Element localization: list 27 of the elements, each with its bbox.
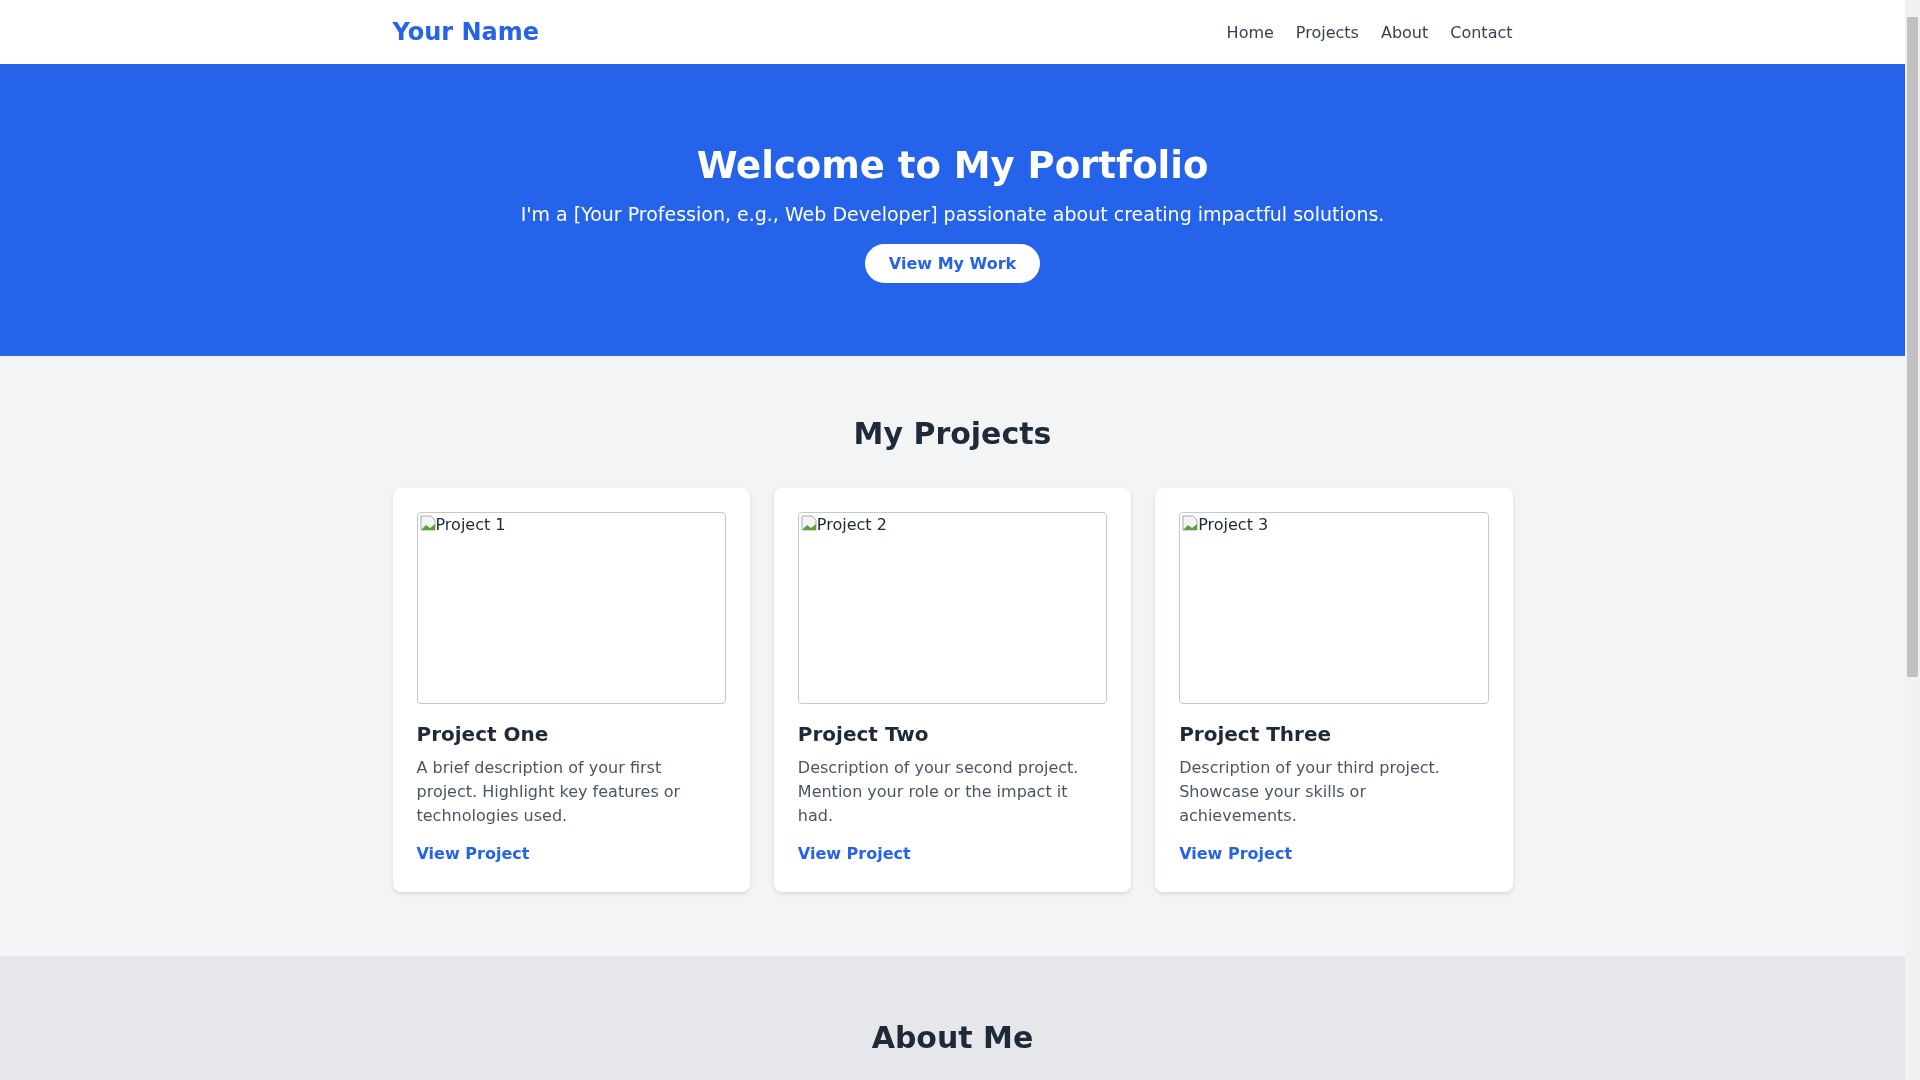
nav-link[interactable]: Contact	[1450, 22, 1513, 42]
project-description: Description of your third project. Showcase your skills or achievements.	[1179, 757, 1441, 827]
view-project-link[interactable]: View Project	[797, 844, 911, 863]
scrollbar[interactable]	[1905, 0, 1920, 1080]
project-title: Project One	[416, 721, 550, 748]
broken-image-icon	[419, 515, 436, 531]
image-alt-text: Project 1	[435, 515, 506, 535]
nav-link[interactable]: About	[1380, 22, 1429, 42]
nav-link[interactable]: Home	[1226, 22, 1274, 42]
broken-image-icon	[800, 515, 817, 531]
view-work-button[interactable]: View My Work	[864, 244, 1041, 283]
section-heading: About Me	[870, 1020, 1035, 1056]
site-name-link[interactable]: Your Name	[392, 18, 539, 46]
broken-image-icon	[1182, 515, 1199, 531]
scrollbar-thumb[interactable]	[1907, 17, 1918, 677]
view-project-link[interactable]: View Project	[1179, 844, 1293, 863]
nav-link[interactable]: Projects	[1295, 22, 1359, 42]
image-alt-text: Project 3	[1198, 515, 1269, 535]
hero-subtitle: I'm a [Your Profession, e.g., Web Developer] passionate about creating impactful solutions.	[520, 202, 1385, 227]
section-heading: My Projects	[852, 416, 1053, 452]
project-description: A brief description of your first project. Highlight key features or technologies used.	[416, 757, 682, 827]
image-alt-text: Project 2	[816, 515, 887, 535]
hero-title: Welcome to My Portfolio	[696, 144, 1209, 188]
view-project-link[interactable]: View Project	[416, 844, 530, 863]
project-description: Description of your second project. Mention your role or the impact it had.	[797, 757, 1080, 827]
project-title: Project Two	[797, 721, 930, 748]
project-title: Project Three	[1179, 721, 1333, 748]
